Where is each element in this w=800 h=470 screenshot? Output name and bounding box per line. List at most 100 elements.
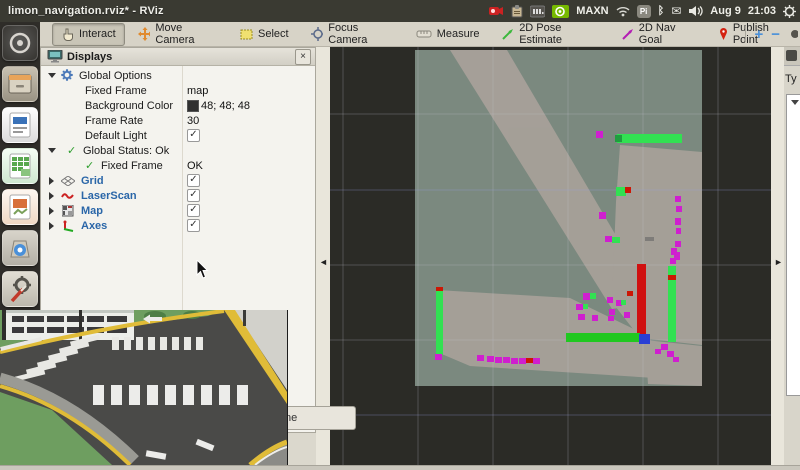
row-value[interactable]: 30: [187, 115, 199, 127]
tree-row-default-light[interactable]: Default Light: [41, 128, 315, 143]
panel-splitter-left[interactable]: ◄: [316, 47, 330, 465]
tool-select[interactable]: Select: [231, 23, 298, 46]
nvidia-icon[interactable]: [552, 5, 569, 18]
tree-row-global-status[interactable]: ✓ Global Status: Ok: [41, 143, 315, 158]
axis-z-blue: [639, 334, 650, 344]
status-ok-check-icon: ✓: [85, 159, 94, 172]
expander-right-icon[interactable]: [49, 207, 54, 215]
pi-indicator-icon[interactable]: Pi: [637, 5, 651, 18]
bluetooth-icon[interactable]: ᛒ: [658, 5, 665, 17]
laserscan-enabled-checkbox[interactable]: [187, 189, 200, 202]
interact-hand-icon: [61, 28, 74, 41]
toolbar-overflow-icon[interactable]: [788, 29, 798, 39]
add-tool-button[interactable]: +: [754, 27, 763, 42]
time-label[interactable]: 21:03: [748, 5, 776, 17]
axes-enabled-checkbox[interactable]: [187, 219, 200, 232]
input-method-icon[interactable]: [530, 5, 545, 18]
rename-button-partial[interactable]: ne: [280, 406, 356, 430]
row-label: Fixed Frame: [101, 160, 163, 172]
tool-interact[interactable]: Interact: [52, 23, 125, 46]
window-title: limon_navigation.rviz* - RViz: [8, 5, 164, 17]
collapse-right-arrow-icon[interactable]: ►: [774, 257, 783, 267]
tree-row-map[interactable]: Map: [41, 203, 315, 218]
tree-row-fixed-frame[interactable]: Fixed Frame map: [41, 83, 315, 98]
tree-row-frame-rate[interactable]: Frame Rate 30: [41, 113, 315, 128]
gear-icon: [61, 69, 73, 81]
monitor-icon: [47, 50, 63, 63]
clipboard-icon[interactable]: [511, 5, 523, 18]
tool-measure[interactable]: Measure: [407, 23, 489, 46]
measure-icon: [416, 29, 432, 39]
default-light-checkbox[interactable]: [187, 129, 200, 142]
tool-focus-camera[interactable]: Focus Camera: [302, 23, 403, 46]
wall-scan-top: [617, 134, 682, 143]
axis-x-red: [637, 264, 646, 338]
row-value: OK: [187, 160, 203, 172]
tool-label: Focus Camera: [328, 22, 393, 46]
expander-right-icon[interactable]: [49, 222, 54, 230]
expander-right-icon[interactable]: [49, 192, 54, 200]
session-gear-icon[interactable]: [783, 5, 796, 18]
grid-enabled-checkbox[interactable]: [187, 174, 200, 187]
close-icon[interactable]: ×: [295, 49, 311, 65]
displays-panel-title: Displays: [67, 51, 112, 63]
tool-2d-pose-estimate[interactable]: 2D Pose Estimate: [492, 23, 608, 46]
row-value[interactable]: map: [187, 85, 208, 97]
launcher-software-center-icon[interactable]: [2, 230, 38, 266]
launcher-impress-icon[interactable]: [2, 189, 38, 225]
tool-label: 2D Nav Goal: [639, 22, 696, 46]
tree-row-grid[interactable]: Grid: [41, 173, 315, 188]
tree-row-status-fixed-frame[interactable]: ✓ Fixed Frame OK: [41, 158, 315, 173]
row-label: LaserScan: [81, 190, 137, 202]
expander-right-icon[interactable]: [49, 177, 54, 185]
launcher-system-settings-icon[interactable]: [2, 271, 38, 307]
map-enabled-checkbox[interactable]: [187, 204, 200, 217]
row-label: Axes: [81, 220, 107, 232]
views-type-label: Ty: [785, 73, 797, 85]
launcher-calc-icon[interactable]: [2, 148, 38, 184]
remove-tool-button[interactable]: −: [771, 27, 780, 42]
laserscan-display-icon: [61, 191, 75, 201]
tool-label: Interact: [79, 28, 116, 40]
launcher-files-icon[interactable]: [2, 66, 38, 102]
date-label[interactable]: Aug 9: [710, 5, 741, 17]
row-label: Map: [81, 205, 103, 217]
panel-splitter-right[interactable]: ►: [771, 47, 784, 465]
expander-down-icon[interactable]: [48, 73, 56, 78]
mouse-cursor: [196, 260, 210, 280]
displays-panel-header[interactable]: Displays ×: [41, 48, 315, 66]
tree-row-global-options[interactable]: Global Options: [41, 68, 315, 83]
tree-row-axes[interactable]: Axes: [41, 218, 315, 233]
wifi-icon[interactable]: [616, 6, 630, 17]
views-type-dropdown[interactable]: [786, 94, 800, 396]
system-top-bar: limon_navigation.rviz* - RViz MAXN Pi ᛒ …: [0, 0, 800, 22]
row-label: Global Options: [79, 70, 152, 82]
tool-2d-nav-goal[interactable]: 2D Nav Goal: [612, 23, 705, 46]
launcher-writer-icon[interactable]: [2, 107, 38, 143]
camera-road-scene: [0, 310, 287, 465]
tree-row-laserscan[interactable]: LaserScan: [41, 188, 315, 203]
axes-display-icon: [61, 220, 74, 232]
tool-label: Select: [258, 28, 289, 40]
tool-move-camera[interactable]: Move Camera: [129, 23, 227, 46]
row-value[interactable]: 48; 48; 48: [201, 100, 250, 112]
pi-indicator-label: Pi: [640, 7, 648, 16]
launcher-ubuntu-dash-icon[interactable]: [2, 25, 38, 61]
performance-mode-label[interactable]: MAXN: [576, 5, 608, 17]
unity-launcher: [0, 22, 40, 312]
tool-label: 2D Pose Estimate: [519, 22, 599, 46]
3d-viewport[interactable]: [330, 47, 771, 465]
collapse-left-arrow-icon[interactable]: ◄: [319, 257, 328, 267]
volume-icon[interactable]: [688, 5, 703, 17]
tree-row-background-color[interactable]: Background Color 48; 48; 48: [41, 98, 315, 113]
window-bottom-edge: [0, 465, 800, 470]
camera-view: [0, 310, 288, 466]
screen-record-icon[interactable]: [488, 5, 504, 17]
row-label: Frame Rate: [85, 115, 143, 127]
mail-icon[interactable]: ✉: [671, 4, 681, 18]
color-swatch[interactable]: [187, 100, 199, 112]
toolbar-separator: [745, 26, 746, 42]
views-panel-header[interactable]: [784, 47, 800, 66]
map-visualization: [330, 47, 771, 465]
expander-down-icon[interactable]: [48, 148, 56, 153]
